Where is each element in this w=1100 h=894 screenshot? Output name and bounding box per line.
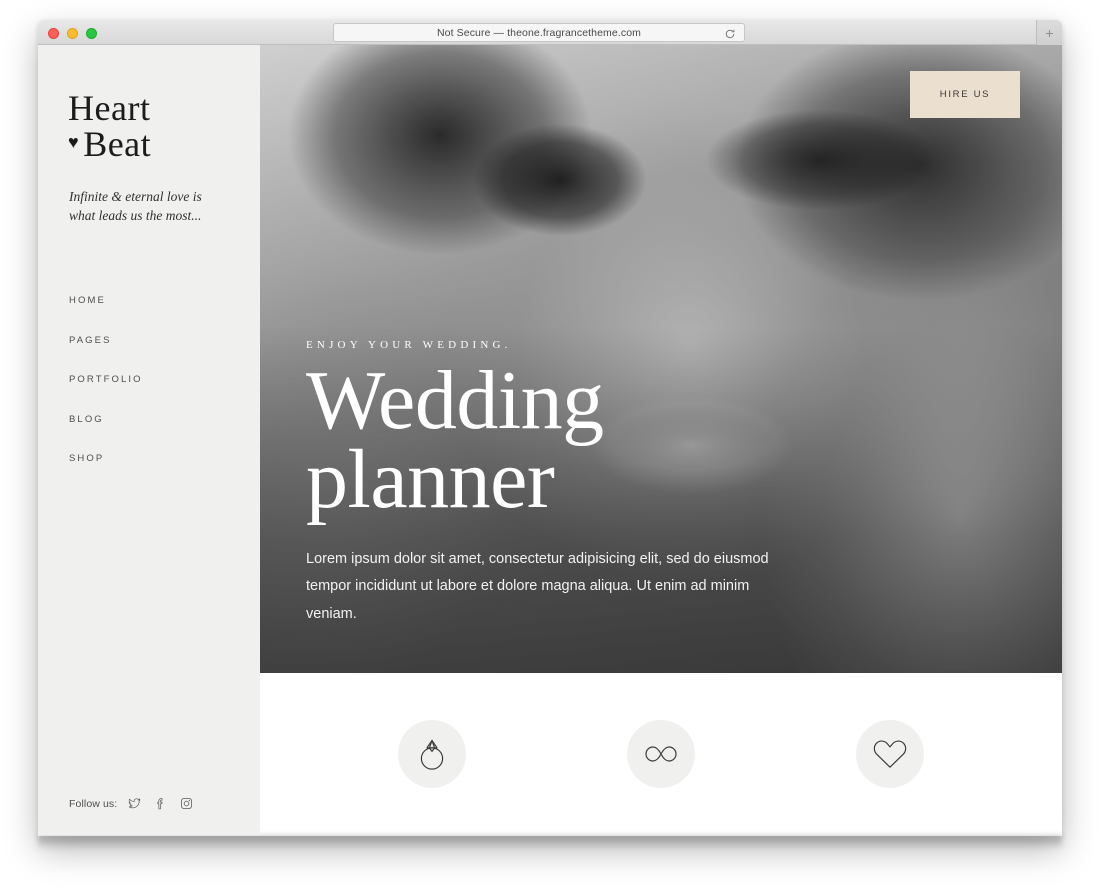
social-icon-list <box>128 797 193 810</box>
site-logo[interactable]: Heart ♥ Beat <box>68 88 238 165</box>
hero-section: HIRE US ENJOY YOUR WEDDING. Wedding plan… <box>260 45 1062 673</box>
address-bar[interactable]: Not Secure — theone.fragrancetheme.com <box>333 23 745 42</box>
hire-us-button-label: HIRE US <box>939 89 991 100</box>
twitter-icon[interactable] <box>128 797 141 810</box>
logo-line-heart: Heart <box>68 88 151 128</box>
sidebar-item-blog[interactable]: BLOG <box>69 414 239 425</box>
facebook-icon[interactable] <box>154 797 167 810</box>
hero-eyebrow: ENJOY YOUR WEDDING. <box>306 338 512 351</box>
page-title: Wedding planner <box>306 358 826 521</box>
heart-outline-icon[interactable] <box>855 720 924 788</box>
follow-us-block: Follow us: <box>69 797 193 810</box>
new-tab-label: + <box>1045 24 1054 41</box>
address-bar-text: Not Secure — theone.fragrancetheme.com <box>437 26 641 39</box>
traffic-lights <box>48 28 97 39</box>
site-sidebar: Heart ♥ Beat Infinite & eternal love is … <box>38 45 260 835</box>
main-navigation: HOME PAGES PORTFOLIO BLOG SHOP <box>69 295 239 493</box>
infinity-icon[interactable] <box>626 720 695 788</box>
reload-icon[interactable] <box>724 27 736 39</box>
browser-titlebar: Not Secure — theone.fragrancetheme.com + <box>38 20 1062 45</box>
browser-window: Not Secure — theone.fragrancetheme.com +… <box>38 20 1062 836</box>
heart-icon: ♥ <box>68 132 80 153</box>
site-tagline: Infinite & eternal love is what leads us… <box>69 189 202 224</box>
minimize-window-button[interactable] <box>67 28 78 39</box>
follow-us-label: Follow us: <box>69 797 118 810</box>
new-tab-button[interactable]: + <box>1036 20 1062 45</box>
close-window-button[interactable] <box>48 28 59 39</box>
hero-description: Lorem ipsum dolor sit amet, consectetur … <box>306 550 769 623</box>
sidebar-item-shop[interactable]: SHOP <box>69 453 239 464</box>
instagram-icon[interactable] <box>180 797 193 810</box>
window-drop-shadow <box>38 836 1062 850</box>
hero-title-line-2: planner <box>306 432 555 526</box>
logo-line-beat-row: ♥ Beat <box>68 124 238 165</box>
sidebar-item-home[interactable]: HOME <box>69 295 239 306</box>
feature-icons-row <box>260 673 1062 835</box>
sidebar-item-portfolio[interactable]: PORTFOLIO <box>69 374 239 385</box>
maximize-window-button[interactable] <box>86 28 97 39</box>
hire-us-button[interactable]: HIRE US <box>910 71 1020 118</box>
sidebar-item-pages[interactable]: PAGES <box>69 335 239 346</box>
ring-icon[interactable] <box>398 720 467 788</box>
page-viewport: Heart ♥ Beat Infinite & eternal love is … <box>38 45 1062 835</box>
hero-content: ENJOY YOUR WEDDING. Wedding planner Lore… <box>306 339 826 629</box>
logo-line-beat: Beat <box>83 124 152 165</box>
